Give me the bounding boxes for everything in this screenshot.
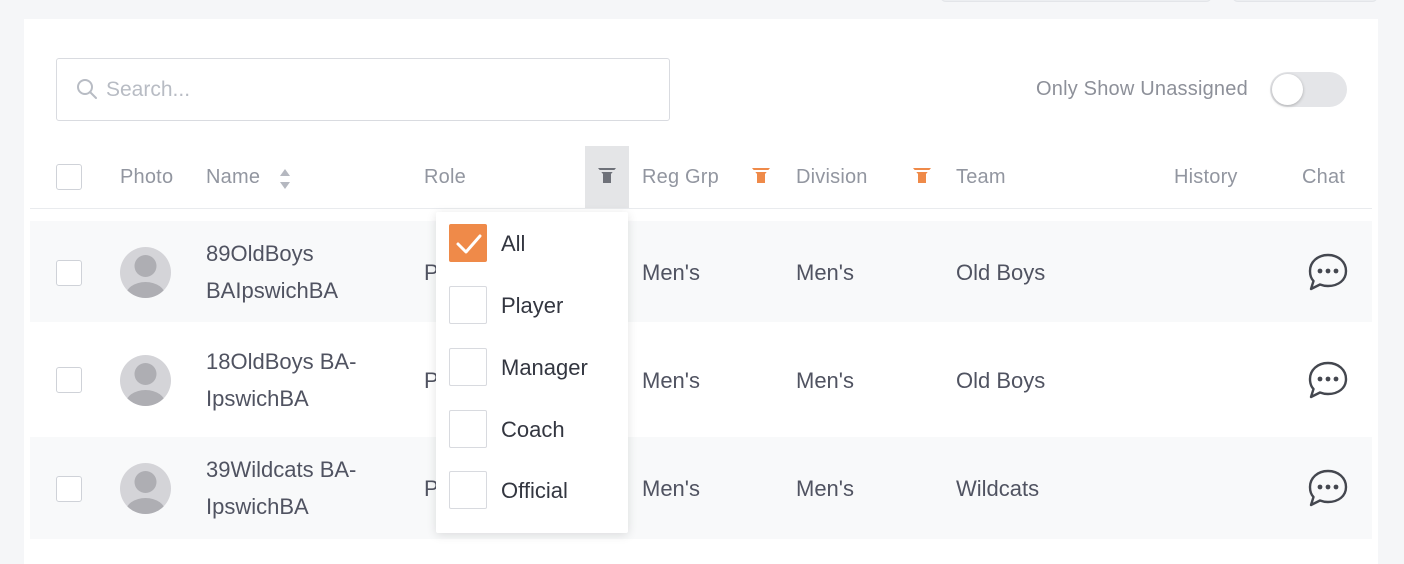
role-option-player[interactable]: Player	[449, 286, 619, 324]
table-row[interactable]: 18OldBoys BA-IpswichBA P Men's Men's Old…	[30, 322, 1372, 437]
row-checkbox[interactable]	[56, 476, 82, 502]
option-checkbox[interactable]	[449, 286, 487, 324]
role-option-coach[interactable]: Coach	[449, 410, 619, 448]
top-control-2[interactable]	[1232, 0, 1378, 2]
member-reg-grp: Men's	[642, 260, 700, 285]
option-label: All	[501, 231, 526, 256]
role-filter-dropdown: All Player Manager Coach Official	[436, 212, 628, 533]
option-checkbox[interactable]	[449, 348, 487, 386]
option-checkbox[interactable]	[449, 224, 487, 262]
table-header: Photo Name Role Reg Grp Division Team Hi…	[30, 146, 1372, 209]
role-option-all[interactable]: All	[449, 224, 619, 262]
option-checkbox[interactable]	[449, 410, 487, 448]
top-control-1[interactable]	[940, 0, 1212, 2]
search-input[interactable]	[106, 75, 646, 105]
col-history: History	[1174, 166, 1238, 188]
member-reg-grp: Men's	[642, 476, 700, 501]
option-label: Manager	[501, 355, 588, 380]
chat-icon[interactable]	[1306, 252, 1350, 292]
toggle-knob	[1272, 74, 1303, 105]
col-chat: Chat	[1302, 166, 1346, 188]
avatar	[120, 247, 171, 298]
person-icon	[125, 363, 166, 406]
member-name[interactable]: 89OldBoys BAIpswichBA	[206, 235, 406, 309]
filter-icon	[598, 168, 616, 183]
member-division: Men's	[796, 368, 854, 393]
avatar	[120, 463, 171, 514]
col-photo: Photo	[120, 166, 174, 188]
row-checkbox[interactable]	[56, 367, 82, 393]
col-division: Division	[796, 166, 868, 188]
member-name[interactable]: 18OldBoys BA-IpswichBA	[206, 343, 406, 417]
option-label: Coach	[501, 417, 565, 442]
chat-icon[interactable]	[1306, 468, 1350, 508]
col-name[interactable]: Name	[206, 166, 260, 189]
member-reg-grp: Men's	[642, 368, 700, 393]
only-unassigned-toggle[interactable]	[1270, 72, 1347, 107]
person-icon	[125, 255, 166, 298]
option-label: Official	[501, 478, 568, 503]
avatar	[120, 355, 171, 406]
col-reg-grp: Reg Grp	[642, 166, 719, 188]
role-option-official[interactable]: Official	[449, 471, 619, 509]
row-checkbox[interactable]	[56, 260, 82, 286]
table-row[interactable]: 89OldBoys BAIpswichBA P Men's Men's Old …	[30, 221, 1372, 322]
member-team: Old Boys	[956, 260, 1046, 285]
chat-icon[interactable]	[1306, 360, 1350, 400]
only-unassigned-label: Only Show Unassigned	[1036, 78, 1248, 100]
member-division: Men's	[796, 260, 854, 285]
sort-icon[interactable]	[279, 168, 291, 190]
division-filter-icon[interactable]	[913, 168, 931, 184]
col-role: Role	[424, 166, 466, 188]
option-checkbox[interactable]	[449, 471, 487, 509]
role-filter-button[interactable]	[585, 146, 629, 208]
search-icon	[77, 79, 97, 99]
select-all-checkbox[interactable]	[56, 164, 82, 190]
table-row[interactable]: 39Wildcats BA-IpswichBA P Men's Men's Wi…	[30, 437, 1372, 539]
member-name[interactable]: 39Wildcats BA-IpswichBA	[206, 451, 406, 525]
person-icon	[125, 471, 166, 514]
option-label: Player	[501, 293, 564, 318]
member-division: Men's	[796, 476, 854, 501]
member-team: Wildcats	[956, 476, 1040, 501]
checkmark-icon	[456, 234, 482, 254]
reg-grp-filter-icon[interactable]	[752, 168, 770, 184]
member-team: Old Boys	[956, 368, 1046, 393]
role-option-manager[interactable]: Manager	[449, 348, 619, 386]
col-team: Team	[956, 166, 1006, 188]
